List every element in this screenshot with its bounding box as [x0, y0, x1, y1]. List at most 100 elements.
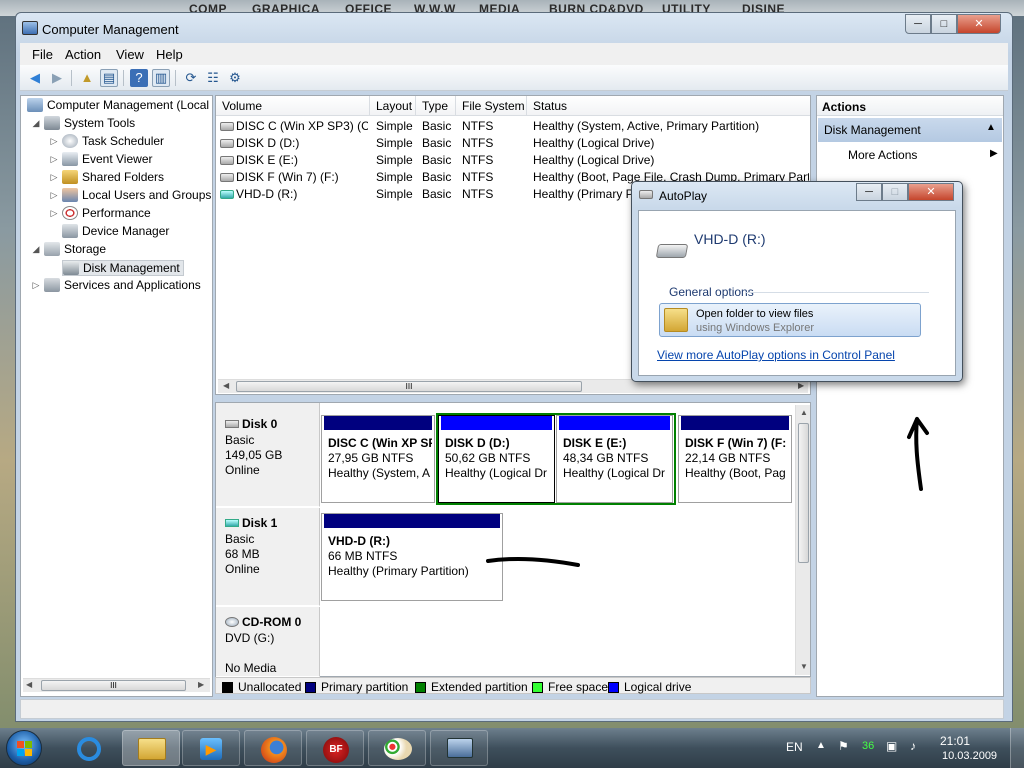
- performance-icon: [62, 206, 78, 220]
- tree-services[interactable]: ▷ Services and Applications: [31, 278, 201, 292]
- partition-disk-d[interactable]: DISK D (D:) 50,62 GB NTFS Healthy (Logic…: [438, 415, 555, 503]
- back-icon[interactable]: ◀: [26, 69, 44, 87]
- tree-shared-folders[interactable]: ▷ Shared Folders: [49, 170, 164, 184]
- show-desktop-button[interactable]: [1010, 728, 1024, 768]
- expanded-arrow-icon[interactable]: ◢: [31, 118, 41, 129]
- close-button[interactable]: ✕: [957, 14, 1001, 34]
- partition-disk-e[interactable]: DISK E (E:) 48,34 GB NTFS Healthy (Logic…: [556, 415, 673, 503]
- refresh-icon[interactable]: ⟳: [182, 69, 200, 87]
- drive-icon: [220, 156, 234, 165]
- graph-vertical-scrollbar[interactable]: ▲ ▼: [795, 405, 810, 675]
- menu-view[interactable]: View: [116, 47, 144, 62]
- column-volume[interactable]: Volume: [216, 96, 370, 116]
- disk0-label[interactable]: Disk 0 Basic 149,05 GB Online: [216, 403, 320, 507]
- legend-extended: Extended partition: [415, 680, 528, 694]
- tree-performance[interactable]: ▷ Performance: [49, 206, 151, 220]
- partition-disk-f[interactable]: DISK F (Win 7) (F: 22,14 GB NTFS Healthy…: [678, 415, 792, 503]
- volume-scroll-thumb[interactable]: III: [236, 381, 582, 392]
- toolbar: ◀ ▶ ▲ ▤ ? ▥ ⟳ ☷ ⚙: [20, 65, 1008, 91]
- show-hide-tree-icon[interactable]: ▤: [100, 69, 118, 87]
- help-icon[interactable]: ?: [130, 69, 148, 87]
- tools-icon: [44, 116, 60, 130]
- start-button[interactable]: [6, 730, 42, 766]
- tree-device-manager[interactable]: Device Manager: [62, 224, 169, 238]
- taskbar-ie[interactable]: [60, 730, 118, 766]
- clock-time[interactable]: 21:01: [940, 734, 970, 748]
- autoplay-minimize-button[interactable]: ─: [856, 183, 882, 201]
- forward-icon[interactable]: ▶: [48, 69, 66, 87]
- more-actions[interactable]: More Actions ▶: [848, 148, 998, 162]
- taskbar-media-player[interactable]: ▶: [182, 730, 240, 766]
- up-folder-icon[interactable]: ▲: [78, 69, 96, 87]
- tray-temperature[interactable]: 36: [862, 740, 874, 752]
- scroll-down-icon[interactable]: ▼: [800, 662, 808, 671]
- scroll-right-icon[interactable]: ▶: [198, 680, 204, 689]
- more-autoplay-options-link[interactable]: View more AutoPlay options in Control Pa…: [657, 348, 895, 362]
- scroll-right-icon[interactable]: ▶: [798, 381, 804, 390]
- autoplay-close-button[interactable]: ✕: [908, 183, 954, 201]
- expanded-arrow-icon[interactable]: ◢: [31, 244, 41, 255]
- taskbar-app-bf[interactable]: BF: [306, 730, 364, 766]
- show-action-pane-icon[interactable]: ▥: [152, 69, 170, 87]
- taskbar-explorer[interactable]: [122, 730, 180, 766]
- collapse-arrow-icon[interactable]: ▲: [986, 122, 996, 133]
- collapsed-arrow-icon[interactable]: ▷: [49, 154, 59, 165]
- cdrom-label[interactable]: CD-ROM 0 DVD (G:) No Media: [216, 607, 320, 677]
- show-hidden-icons[interactable]: ▲: [816, 740, 826, 751]
- autoplay-maximize-button[interactable]: □: [882, 183, 908, 201]
- open-folder-option[interactable]: Open folder to view files using Windows …: [659, 303, 921, 337]
- tree-task-scheduler[interactable]: ▷ Task Scheduler: [49, 134, 164, 148]
- disk1-label[interactable]: Disk 1 Basic 68 MB Online: [216, 508, 320, 606]
- maximize-button[interactable]: □: [931, 14, 957, 34]
- collapsed-arrow-icon[interactable]: ▷: [49, 208, 59, 219]
- computer-management-icon: [447, 738, 473, 758]
- tree-scroll-thumb[interactable]: III: [41, 680, 186, 691]
- tree-local-users[interactable]: ▷ Local Users and Groups: [49, 188, 211, 202]
- actions-disk-management[interactable]: Disk Management ▲: [818, 118, 1002, 142]
- column-file-system[interactable]: File System: [456, 96, 527, 116]
- graph-scroll-thumb[interactable]: [798, 423, 809, 563]
- annotation-scribble-line: [486, 556, 580, 567]
- taskbar: ▶ BF EN ▲ ⚑ 36 ▣ ♪ 21:01 10.03.2009: [0, 728, 1024, 768]
- language-indicator[interactable]: EN: [786, 740, 803, 754]
- action-center-flag-icon[interactable]: ⚑: [838, 739, 849, 753]
- tree-root[interactable]: Computer Management (Local: [27, 98, 209, 112]
- volume-icon[interactable]: ♪: [910, 739, 916, 753]
- collapsed-arrow-icon[interactable]: ▷: [49, 136, 59, 147]
- tray-app-icon[interactable]: ▣: [886, 739, 897, 753]
- tree-horizontal-scrollbar[interactable]: ◀ III ▶: [23, 678, 210, 692]
- partition-disc-c[interactable]: DISC C (Win XP SF 27,95 GB NTFS Healthy …: [321, 415, 435, 503]
- column-status[interactable]: Status: [527, 96, 810, 116]
- scroll-left-icon[interactable]: ◀: [223, 381, 229, 390]
- storage-icon: [44, 242, 60, 256]
- tree-storage[interactable]: ◢ Storage: [31, 242, 106, 256]
- scroll-left-icon[interactable]: ◀: [26, 680, 32, 689]
- properties-icon[interactable]: ☷: [204, 69, 222, 87]
- taskbar-paint[interactable]: [368, 730, 426, 766]
- taskbar-firefox[interactable]: [244, 730, 302, 766]
- clock-date[interactable]: 10.03.2009: [942, 750, 997, 762]
- tree-event-viewer[interactable]: ▷ Event Viewer: [49, 152, 152, 166]
- scroll-up-icon[interactable]: ▲: [800, 408, 808, 417]
- minimize-button[interactable]: ─: [905, 14, 931, 34]
- status-bar: [20, 699, 1004, 719]
- navigation-tree: Computer Management (Local ◢ System Tools…: [20, 95, 213, 697]
- collapsed-arrow-icon[interactable]: ▷: [49, 172, 59, 183]
- tree-disk-management[interactable]: Disk Management: [62, 260, 184, 276]
- column-layout[interactable]: Layout: [370, 96, 416, 116]
- drive-icon: [639, 190, 653, 199]
- collapsed-arrow-icon[interactable]: ▷: [49, 190, 59, 201]
- window-title: Computer Management: [42, 22, 179, 37]
- paint-icon: [384, 738, 412, 760]
- legend-free-space: Free space: [532, 680, 608, 694]
- menu-help[interactable]: Help: [156, 47, 183, 62]
- menu-action[interactable]: Action: [65, 47, 101, 62]
- collapsed-arrow-icon[interactable]: ▷: [31, 280, 41, 291]
- column-type[interactable]: Type: [416, 96, 456, 116]
- tree-system-tools[interactable]: ◢ System Tools: [31, 116, 135, 130]
- menu-file[interactable]: File: [32, 47, 53, 62]
- settings-icon[interactable]: ⚙: [226, 69, 244, 87]
- taskbar-computer-management[interactable]: [430, 730, 488, 766]
- bf-app-icon: BF: [323, 737, 349, 763]
- partition-vhd-d[interactable]: VHD-D (R:) 66 MB NTFS Healthy (Primary P…: [321, 513, 503, 601]
